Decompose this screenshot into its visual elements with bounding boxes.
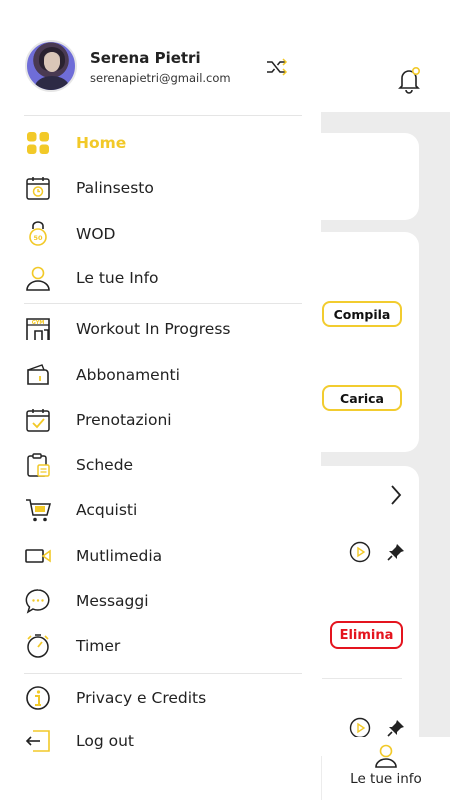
menu-item-prenotazioni[interactable]: Prenotazioni <box>25 402 302 438</box>
profile-header: Serena Pietri serenapietri@gmail.com <box>25 38 305 96</box>
tab-le-tue-info[interactable]: Le tue info <box>322 737 450 800</box>
menu-item-acquisti[interactable]: Acquisti <box>25 492 302 528</box>
menu-item-home[interactable]: Home <box>25 125 302 161</box>
pin-icon[interactable] <box>386 542 406 562</box>
card-divider <box>322 678 402 679</box>
tab-label: Le tue info <box>350 771 422 787</box>
pin-icon[interactable] <box>386 718 406 738</box>
play-icon[interactable] <box>349 541 371 563</box>
menu-item-label: WOD <box>76 225 116 243</box>
info-icon <box>26 686 50 710</box>
play-icon[interactable] <box>349 717 371 739</box>
menu-item-privacy-e-credits[interactable]: Privacy e Credits <box>25 680 302 716</box>
home-grid-icon <box>27 132 49 154</box>
menu-item-label: Home <box>76 134 127 152</box>
user-icon <box>26 266 50 291</box>
avatar[interactable] <box>25 40 77 92</box>
menu-item-label: Abbonamenti <box>76 366 180 384</box>
chevron-right-icon[interactable] <box>389 484 403 506</box>
menu-item-mutlimedia[interactable]: Mutlimedia <box>25 538 302 574</box>
shuffle-icon[interactable] <box>266 58 288 76</box>
menu-item-schede[interactable]: Schede <box>25 447 302 483</box>
menu-item-label: Timer <box>76 637 121 655</box>
video-icon <box>25 549 51 563</box>
clipboard-icon <box>27 453 50 477</box>
divider <box>24 673 302 674</box>
menu-item-label: Prenotazioni <box>76 411 172 429</box>
timer-icon <box>27 634 49 658</box>
divider <box>24 303 302 304</box>
logout-icon <box>25 730 50 752</box>
menu-item-label: Palinsesto <box>76 179 154 197</box>
profile-name: Serena Pietri <box>90 49 201 67</box>
menu-item-label: Le tue Info <box>76 269 159 287</box>
kettlebell-icon: 50 <box>29 221 47 246</box>
menu-item-abbonamenti[interactable]: Abbonamenti <box>25 357 302 393</box>
chat-icon <box>25 589 50 614</box>
menu-item-label: Privacy e Credits <box>76 689 207 707</box>
menu-item-wod[interactable]: 50 WOD <box>25 216 302 252</box>
menu-item-label: Log out <box>76 732 134 750</box>
menu-item-log-out[interactable]: Log out <box>25 723 302 759</box>
profile-email: serenapietri@gmail.com <box>90 71 231 85</box>
menu-item-messaggi[interactable]: Messaggi <box>25 583 302 619</box>
menu-item-label: Mutlimedia <box>76 547 163 565</box>
menu-item-label: Messaggi <box>76 592 149 610</box>
calendar-clock-icon <box>26 177 50 200</box>
svg-text:GYM: GYM <box>32 320 45 326</box>
cart-icon <box>26 499 51 522</box>
menu-item-le-tue-info[interactable]: Le tue Info <box>25 260 302 296</box>
carica-button[interactable]: Carica <box>322 385 402 411</box>
user-icon <box>375 744 397 768</box>
wallet-icon <box>27 364 49 385</box>
menu-item-label: Workout In Progress <box>76 320 231 338</box>
menu-item-timer[interactable]: Timer <box>25 628 302 664</box>
menu-item-palinsesto[interactable]: Palinsesto <box>25 170 302 206</box>
menu-item-label: Schede <box>76 456 134 474</box>
calendar-check-icon <box>26 409 50 432</box>
elimina-button[interactable]: Elimina <box>330 621 403 649</box>
navigation-drawer: Serena Pietri serenapietri@gmail.com Hom… <box>0 0 321 800</box>
menu-item-workout-in-progress[interactable]: GYM Workout In Progress <box>25 311 302 347</box>
svg-text:50: 50 <box>33 234 43 242</box>
gym-icon: GYM <box>26 318 50 340</box>
compila-button[interactable]: Compila <box>322 301 402 327</box>
menu-item-label: Acquisti <box>76 501 138 519</box>
notification-bell-icon[interactable] <box>396 66 422 94</box>
divider <box>24 115 302 116</box>
